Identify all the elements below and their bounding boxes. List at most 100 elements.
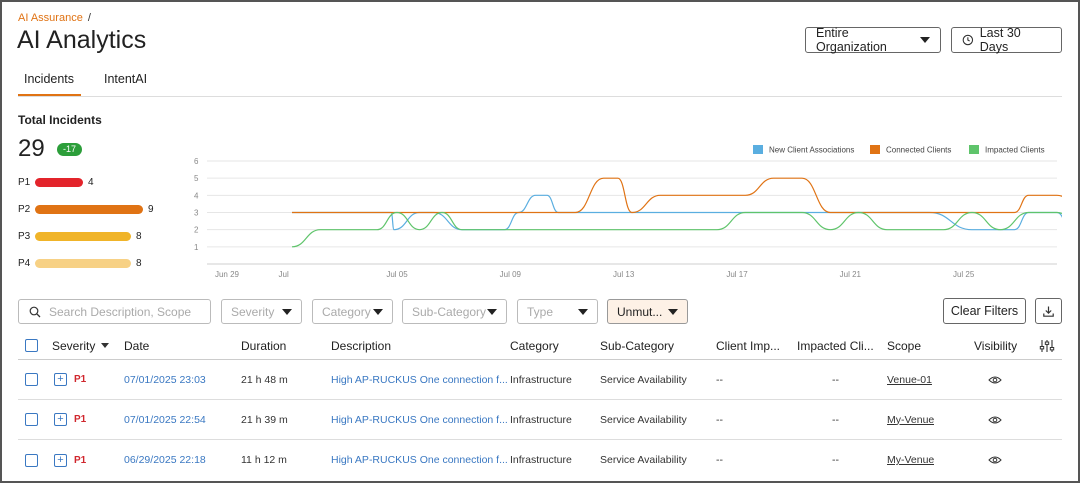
column-description[interactable]: Description — [331, 332, 391, 359]
page-title: AI Analytics — [17, 26, 147, 54]
column-date[interactable]: Date — [124, 332, 149, 359]
row-checkbox[interactable] — [25, 413, 38, 426]
severity-cell: P1 — [74, 454, 87, 466]
description-link[interactable]: High AP-RUCKUS One connection f... — [331, 440, 508, 480]
column-duration[interactable]: Duration — [241, 332, 286, 359]
date-link[interactable]: 07/01/2025 23:03 — [124, 360, 206, 399]
mute-filter[interactable]: Unmut... — [607, 299, 688, 324]
legend-label: Impacted Clients — [985, 146, 1045, 155]
description-link[interactable]: High AP-RUCKUS One connection f... — [331, 400, 508, 439]
priority-bar-p3 — [35, 231, 131, 241]
legend-label: Connected Clients — [886, 146, 951, 155]
column-client-impact[interactable]: Client Imp... — [716, 332, 780, 359]
eye-icon[interactable] — [988, 415, 1002, 425]
impacted-clients-cell: -- — [832, 373, 839, 386]
severity-cell: P1 — [74, 414, 87, 425]
chevron-down-icon — [373, 308, 383, 315]
priority-row-p3: P3 8 — [18, 229, 142, 243]
duration-cell: 21 h 39 m — [241, 413, 288, 426]
client-impact-cell: -- — [716, 413, 723, 426]
column-scope[interactable]: Scope — [887, 332, 921, 359]
expand-cell: + — [54, 440, 67, 480]
row-checkbox[interactable] — [25, 373, 38, 386]
chevron-down-icon — [578, 308, 588, 315]
expand-cell: + — [54, 400, 67, 439]
y-tick-label: 4 — [194, 191, 199, 200]
priority-bar-p2 — [35, 204, 143, 214]
priority-count: 9 — [148, 203, 154, 215]
x-tick-label: Jul 17 — [726, 270, 748, 279]
expand-plus-icon[interactable]: + — [54, 453, 67, 467]
impacted-clients-cell: -- — [832, 413, 839, 426]
organization-select[interactable]: Entire Organization — [805, 26, 941, 54]
search-input[interactable] — [49, 304, 199, 319]
priority-label: P3 — [18, 230, 31, 242]
scope-link[interactable]: Venue-01 — [887, 360, 932, 399]
sub-category-cell: Service Availability — [600, 413, 687, 426]
download-button[interactable] — [1035, 298, 1062, 324]
priority-row-p1: P1 4 — [18, 175, 94, 189]
chevron-down-icon — [920, 37, 930, 43]
sub-category-cell: Service Availability — [600, 373, 687, 386]
sub-category-filter-label: Sub-Category — [412, 304, 487, 319]
y-tick-label: 6 — [194, 157, 199, 166]
breadcrumb-ai-assurance[interactable]: AI Assurance — [18, 12, 83, 24]
x-tick-label: Jul 05 — [386, 270, 408, 279]
column-visibility[interactable]: Visibility — [974, 332, 1017, 359]
legend-swatch — [870, 145, 880, 154]
category-filter[interactable]: Category — [312, 299, 393, 324]
severity-cell: P1 — [74, 374, 87, 385]
clear-filters-button[interactable]: Clear Filters — [943, 298, 1026, 324]
date-range-button[interactable]: Last 30 Days — [951, 26, 1062, 54]
expand-plus-icon[interactable]: + — [54, 413, 67, 426]
row-checkbox[interactable] — [25, 453, 38, 467]
select-all-checkbox[interactable] — [25, 339, 38, 352]
download-icon — [1043, 306, 1054, 317]
duration-cell: 21 h 48 m — [241, 373, 288, 386]
severity-filter-label: Severity — [231, 304, 275, 319]
column-settings-icon — [1039, 339, 1055, 352]
eye-icon[interactable] — [988, 375, 1002, 385]
scope-link[interactable]: My-Venue — [887, 440, 934, 480]
category-cell: Infrastructure — [510, 454, 572, 466]
description-link[interactable]: High AP-RUCKUS One connection f... — [331, 360, 508, 399]
table-row[interactable]: + P1 07/01/2025 22:54 21 h 39 m High AP-… — [18, 400, 1062, 440]
priority-label: P4 — [18, 257, 31, 269]
tab-bar: Incidents IntentAI — [18, 70, 1062, 97]
sub-category-filter[interactable]: Sub-Category — [402, 299, 507, 324]
x-tick-label: Jul 25 — [953, 270, 975, 279]
clock-icon — [962, 34, 974, 46]
date-link[interactable]: 07/01/2025 22:54 — [124, 400, 206, 439]
scope-link[interactable]: My-Venue — [887, 400, 934, 439]
x-tick-label: Jun 29 — [215, 270, 240, 279]
date-link[interactable]: 06/29/2025 22:18 — [124, 440, 206, 480]
sub-category-cell: Service Availability — [600, 454, 687, 466]
column-severity[interactable]: Severity — [52, 332, 110, 359]
expand-plus-icon[interactable]: + — [54, 373, 67, 386]
column-category[interactable]: Category — [510, 332, 559, 359]
legend-swatch — [969, 145, 979, 154]
expand-cell: + — [54, 360, 67, 399]
type-filter[interactable]: Type — [517, 299, 598, 324]
eye-icon[interactable] — [988, 455, 1002, 465]
search-icon — [29, 306, 41, 317]
priority-row-p4: P4 8 — [18, 256, 142, 270]
client-impact-cell: -- — [716, 454, 723, 466]
category-filter-label: Category — [322, 304, 371, 319]
duration-cell: 11 h 12 m — [241, 454, 287, 466]
x-tick-label: Jul 21 — [840, 270, 862, 279]
tab-intentai[interactable]: IntentAI — [104, 72, 147, 86]
column-settings[interactable] — [1039, 332, 1055, 359]
search-box[interactable] — [18, 299, 211, 324]
row-checkbox-cell — [25, 400, 38, 439]
x-tick-label: Jul 09 — [500, 270, 522, 279]
table-row[interactable]: + P1 06/29/2025 22:18 11 h 12 m High AP-… — [18, 440, 1062, 480]
tab-incidents[interactable]: Incidents — [24, 72, 74, 86]
table-row[interactable]: + P1 07/01/2025 23:03 21 h 48 m High AP-… — [18, 360, 1062, 400]
chevron-down-icon — [668, 308, 678, 315]
breadcrumb-separator: / — [87, 12, 91, 24]
column-sub-category[interactable]: Sub-Category — [600, 332, 674, 359]
priority-count: 8 — [136, 257, 142, 269]
column-impacted-clients[interactable]: Impacted Cli... — [797, 332, 874, 359]
severity-filter[interactable]: Severity — [221, 299, 302, 324]
